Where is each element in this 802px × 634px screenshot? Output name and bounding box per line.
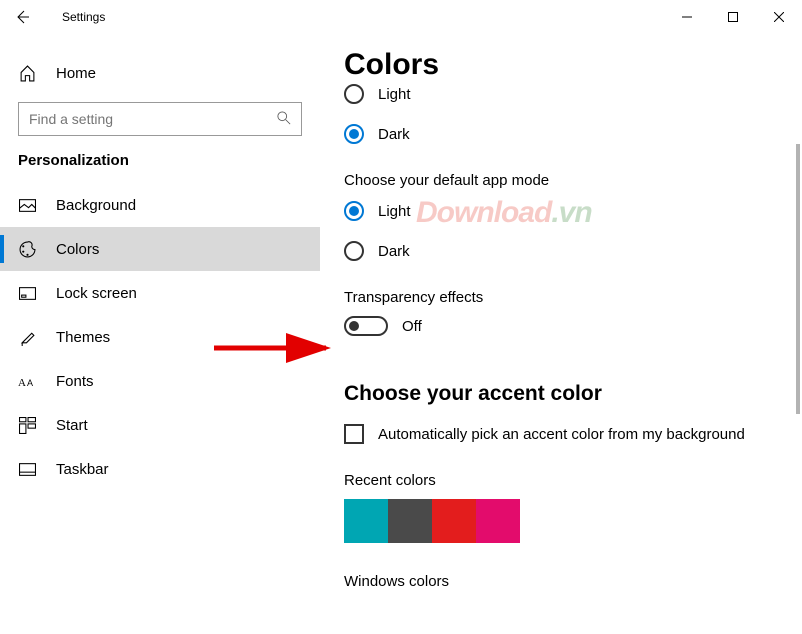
accent-heading: Choose your accent color <box>344 382 802 406</box>
scrollbar[interactable] <box>796 144 800 414</box>
app-mode-heading: Choose your default app mode <box>344 172 802 189</box>
recent-colors-row <box>344 499 802 543</box>
sidebar-item-label: Start <box>56 417 88 434</box>
taskbar-icon <box>18 460 36 478</box>
radio-label: Dark <box>378 126 410 143</box>
radio-icon <box>344 241 364 261</box>
app-mode-dark[interactable]: Dark <box>344 231 802 271</box>
transparency-toggle[interactable] <box>344 316 388 336</box>
start-grid-icon <box>18 416 36 434</box>
color-swatch[interactable] <box>432 499 476 543</box>
svg-text:A: A <box>18 377 26 388</box>
sidebar-item-colors[interactable]: Colors <box>0 227 320 271</box>
app-mode-light[interactable]: Light <box>344 191 802 231</box>
sidebar-item-label: Fonts <box>56 373 94 390</box>
picture-icon <box>18 196 36 214</box>
radio-label: Light <box>378 203 411 220</box>
titlebar: Settings <box>0 0 802 34</box>
minimize-icon <box>682 12 692 22</box>
sidebar-item-start[interactable]: Start <box>0 403 320 447</box>
sidebar-item-label: Colors <box>56 241 99 258</box>
sidebar-item-fonts[interactable]: AA Fonts <box>0 359 320 403</box>
color-swatch[interactable] <box>388 499 432 543</box>
category-heading: Personalization <box>0 152 320 183</box>
sidebar-item-background[interactable]: Background <box>0 183 320 227</box>
radio-label: Dark <box>378 243 410 260</box>
lock-grid-icon <box>18 284 36 302</box>
windows-colors-heading: Windows colors <box>344 573 802 590</box>
search-box[interactable] <box>18 102 302 136</box>
palette-icon <box>18 240 36 258</box>
arrow-left-icon <box>14 9 30 25</box>
maximize-button[interactable] <box>710 0 756 34</box>
toggle-state: Off <box>402 318 422 335</box>
radio-icon <box>344 84 364 104</box>
color-swatch[interactable] <box>476 499 520 543</box>
sidebar-item-label: Themes <box>56 329 110 346</box>
radio-icon <box>344 124 364 144</box>
search-input[interactable] <box>29 111 277 127</box>
recent-colors-heading: Recent colors <box>344 472 802 489</box>
paintbrush-icon <box>18 328 36 346</box>
checkbox-icon <box>344 424 364 444</box>
sidebar-item-label: Background <box>56 197 136 214</box>
checkbox-label: Automatically pick an accent color from … <box>378 426 745 443</box>
search-icon <box>277 111 291 128</box>
home-label: Home <box>56 65 96 82</box>
radio-icon <box>344 201 364 221</box>
sidebar-item-label: Taskbar <box>56 461 109 478</box>
maximize-icon <box>728 12 738 22</box>
transparency-heading: Transparency effects <box>344 289 802 306</box>
sidebar-item-taskbar[interactable]: Taskbar <box>0 447 320 491</box>
sidebar-item-lockscreen[interactable]: Lock screen <box>0 271 320 315</box>
fonts-icon: AA <box>18 372 36 390</box>
radio-label: Light <box>378 86 411 103</box>
sidebar-item-label: Lock screen <box>56 285 137 302</box>
windows-mode-dark[interactable]: Dark <box>344 114 802 154</box>
content: Colors Light Dark Choose your default ap… <box>320 34 802 634</box>
auto-pick-accent[interactable]: Automatically pick an accent color from … <box>344 420 802 448</box>
svg-text:A: A <box>27 378 33 388</box>
minimize-button[interactable] <box>664 0 710 34</box>
sidebar: Home Personalization Background Colors <box>0 34 320 634</box>
color-swatch[interactable] <box>344 499 388 543</box>
home-nav[interactable]: Home <box>0 54 320 92</box>
home-icon <box>18 64 36 82</box>
back-button[interactable] <box>10 5 34 29</box>
windows-mode-light[interactable]: Light <box>344 74 802 114</box>
window-title: Settings <box>62 10 105 24</box>
close-icon <box>774 12 784 22</box>
sidebar-item-themes[interactable]: Themes <box>0 315 320 359</box>
window-controls <box>664 0 802 34</box>
close-button[interactable] <box>756 0 802 34</box>
